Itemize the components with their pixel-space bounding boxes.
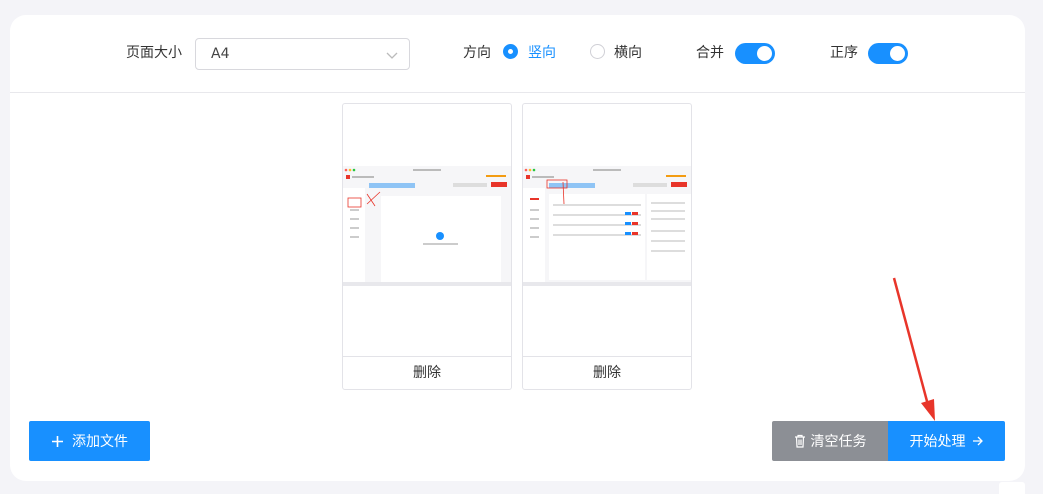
clear-tasks-label: 清空任务 <box>810 434 867 450</box>
file-thumbnail <box>523 166 691 286</box>
landscape-radio-label[interactable]: 横向 <box>614 44 642 62</box>
trash-icon <box>794 434 805 448</box>
arrow-right-icon <box>972 436 983 446</box>
portrait-radio-label[interactable]: 竖向 <box>528 44 556 62</box>
order-toggle[interactable] <box>868 43 908 64</box>
portrait-radio[interactable] <box>503 44 518 59</box>
file-thumbnail <box>343 166 511 286</box>
merge-label: 合并 <box>696 45 724 61</box>
clear-tasks-button[interactable]: 清空任务 <box>772 421 888 461</box>
start-processing-button[interactable]: 开始处理 <box>888 421 1005 461</box>
page-size-label: 页面大小 <box>126 45 182 61</box>
start-processing-label: 开始处理 <box>909 434 966 450</box>
page-size-value: A4 <box>211 46 230 62</box>
add-file-label: 添加文件 <box>72 434 128 450</box>
file-card[interactable]: 删除 <box>342 103 512 390</box>
delete-button[interactable]: 删除 <box>343 356 511 389</box>
delete-button[interactable]: 删除 <box>523 356 691 389</box>
landscape-radio[interactable] <box>590 44 605 59</box>
plus-icon <box>52 435 63 447</box>
settings-toolbar: 页面大小 A4 方向 竖向 横向 合并 正序 <box>10 15 1025 93</box>
file-card[interactable]: 删除 <box>522 103 692 390</box>
page-size-select[interactable]: A4 <box>195 38 410 70</box>
chevron-down-icon <box>386 52 398 59</box>
toggle-knob <box>757 46 772 61</box>
order-label: 正序 <box>830 45 858 61</box>
merge-toggle[interactable] <box>735 43 775 64</box>
toggle-knob <box>890 46 905 61</box>
scroll-corner <box>999 482 1025 494</box>
main-panel: 页面大小 A4 方向 竖向 横向 合并 正序 删除 删除 添加文件 清空任务 开… <box>10 15 1025 481</box>
add-file-button[interactable]: 添加文件 <box>29 421 150 461</box>
orientation-label: 方向 <box>463 45 491 61</box>
